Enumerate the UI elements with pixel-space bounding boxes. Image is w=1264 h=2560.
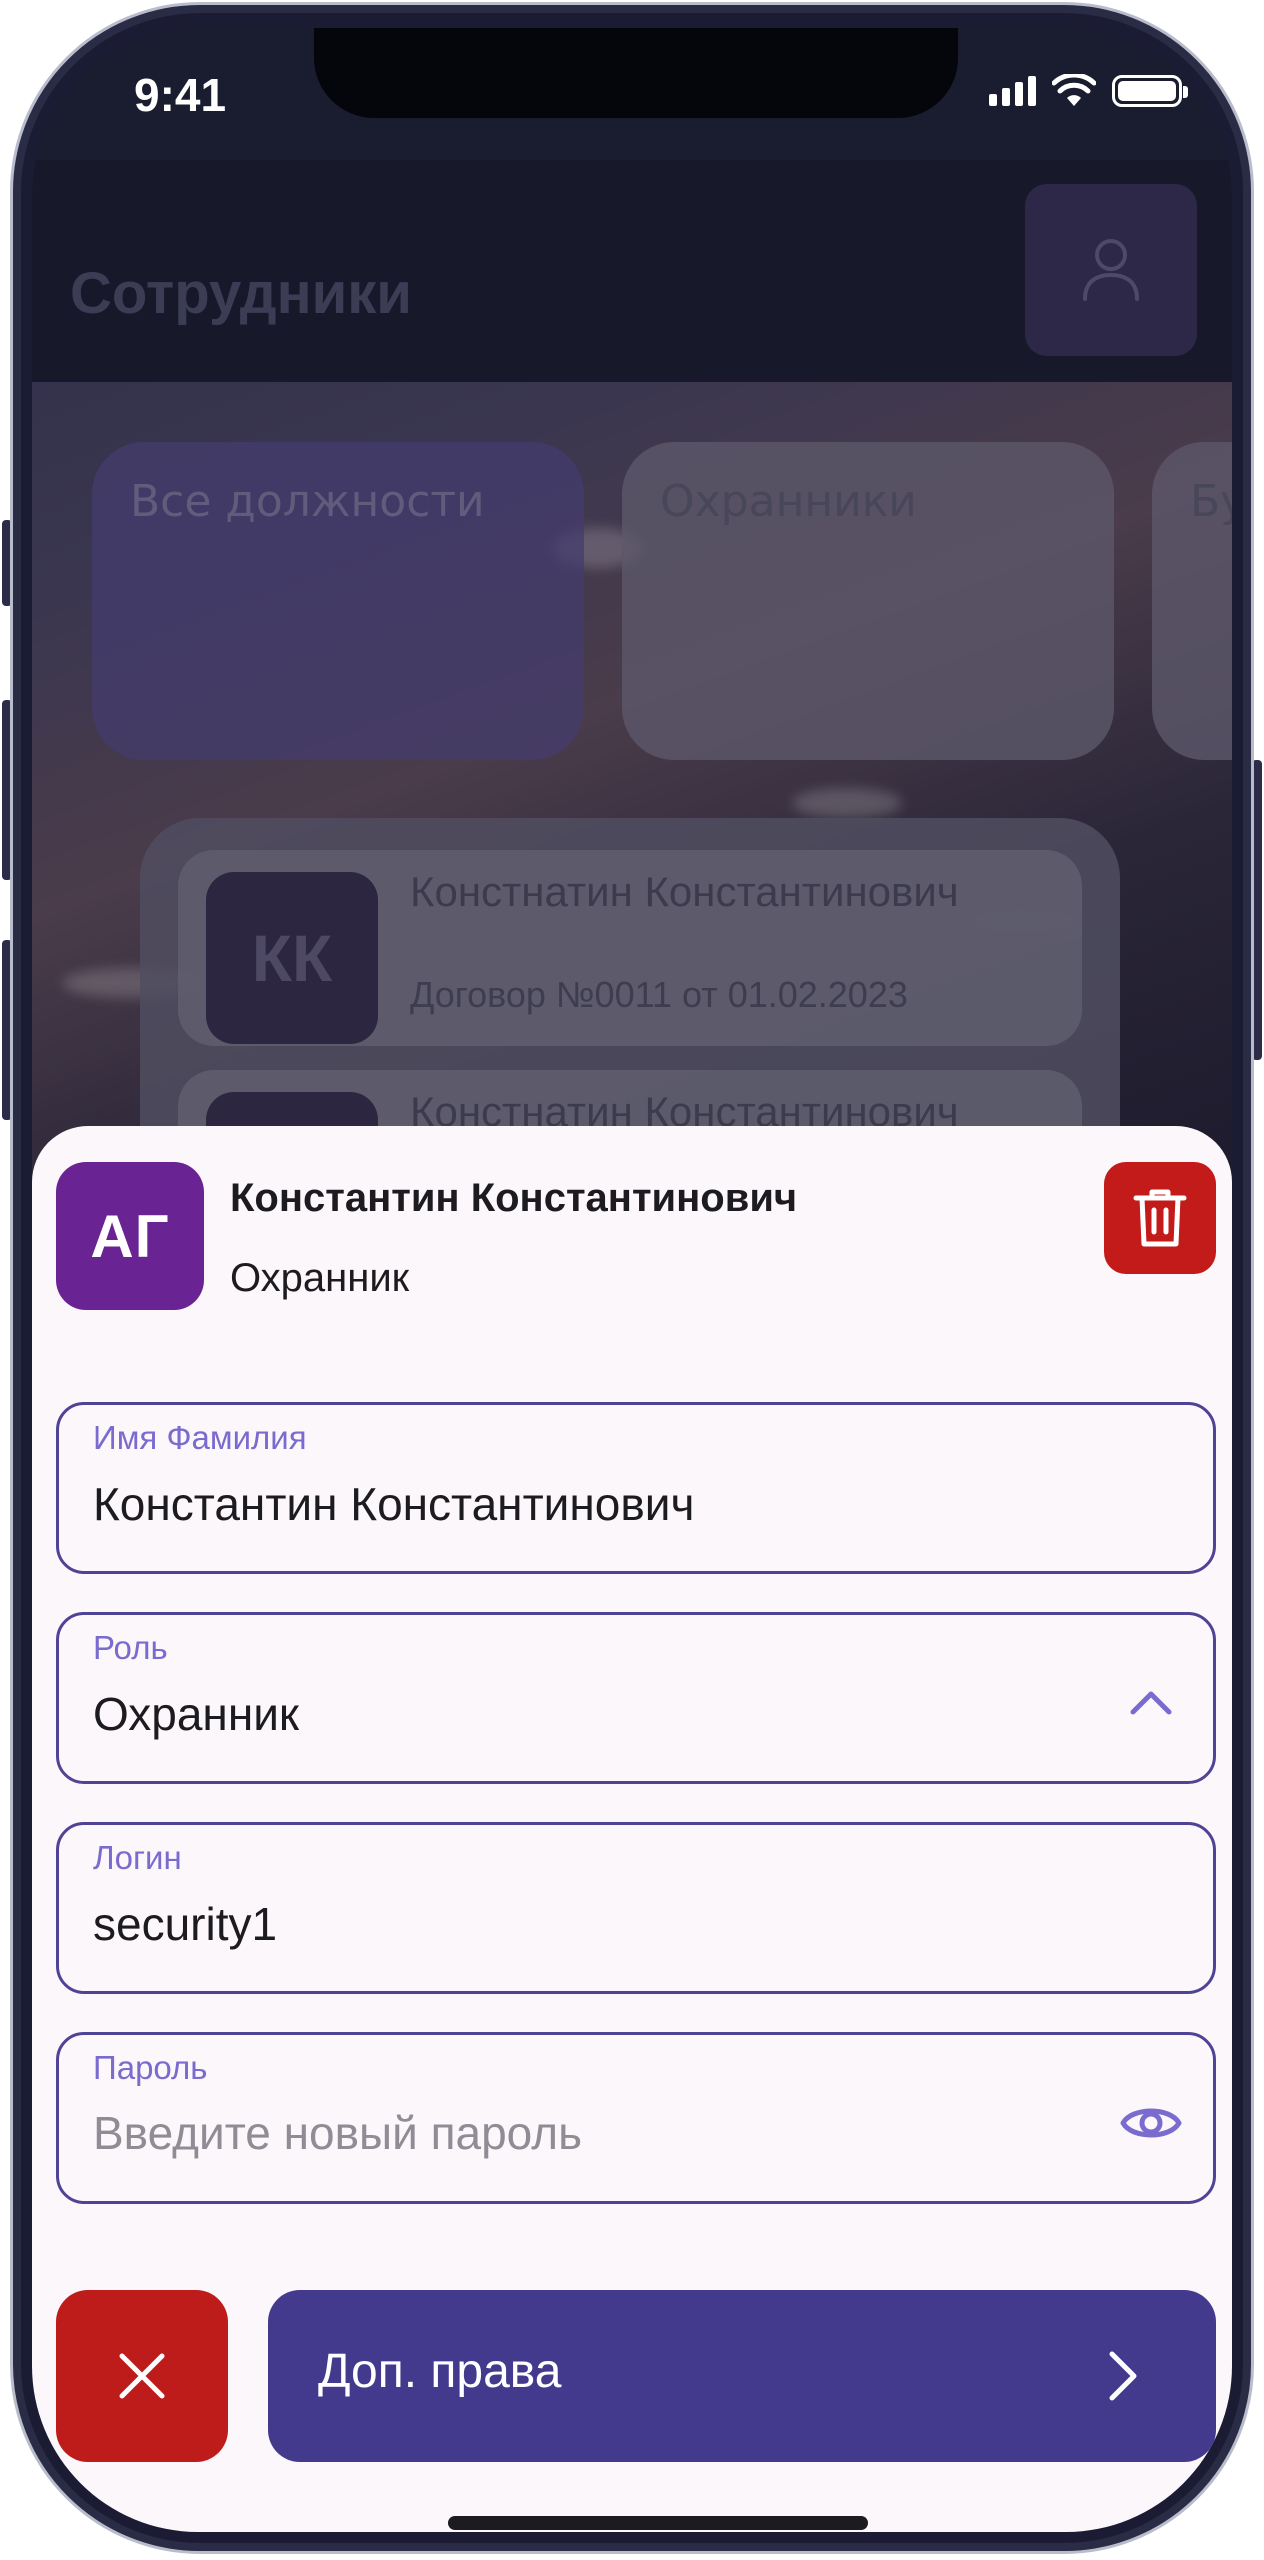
wifi-icon — [1052, 74, 1096, 106]
home-indicator[interactable] — [448, 2516, 868, 2530]
additional-permissions-label: Доп. права — [318, 2345, 562, 2398]
status-icons — [989, 74, 1188, 108]
screen: 9:41 Сотрудники Все должности Охранники … — [32, 28, 1232, 2532]
filter-chip-guards[interactable]: Охранники — [622, 442, 1114, 760]
password-field-label: Пароль — [93, 2049, 208, 2086]
password-input[interactable] — [93, 2097, 1053, 2169]
cellular-signal-icon — [989, 76, 1036, 106]
login-field-value[interactable]: security1 — [93, 1897, 993, 1951]
battery-icon — [1112, 75, 1188, 107]
chevron-up-icon[interactable] — [1119, 1671, 1183, 1735]
employee-avatar: КК — [206, 872, 378, 1044]
role-select-label: Роль — [93, 1629, 168, 1666]
filter-chip-label: Бу — [1190, 476, 1232, 527]
name-field[interactable]: Имя Фамилия Константин Константинович — [56, 1402, 1216, 1574]
profile-button[interactable] — [1025, 184, 1197, 356]
filter-chip-all[interactable]: Все должности — [92, 442, 584, 760]
name-field-label: Имя Фамилия — [93, 1419, 307, 1456]
employee-contract: Договор №0011 от 01.02.2023 — [410, 974, 908, 1015]
close-icon — [119, 2353, 165, 2399]
employee-name: Констнатин Константинович — [410, 868, 959, 915]
filter-chip-more[interactable]: Бу — [1152, 442, 1232, 760]
cancel-button[interactable] — [56, 2290, 228, 2462]
notch — [314, 28, 958, 118]
login-field[interactable]: Логин security1 — [56, 1822, 1216, 1994]
eye-icon[interactable] — [1119, 2091, 1183, 2155]
person-icon — [1083, 239, 1139, 301]
status-time: 9:41 — [134, 69, 227, 121]
chevron-right-icon — [1109, 2351, 1137, 2401]
phone-frame: 9:41 Сотрудники Все должности Охранники … — [0, 0, 1264, 2560]
additional-permissions-button[interactable]: Доп. права — [268, 2290, 1216, 2462]
role-select-value[interactable]: Охранник — [93, 1687, 993, 1741]
employee-name-heading: Константин Константинович — [230, 1176, 798, 1220]
employee-role-subtitle: Охранник — [230, 1256, 410, 1300]
avatar: АГ — [56, 1162, 204, 1310]
trash-icon — [1133, 1189, 1187, 1247]
background-light — [792, 788, 902, 818]
page-title: Сотрудники — [70, 261, 412, 326]
password-field[interactable]: Пароль — [56, 2032, 1216, 2204]
employee-edit-sheet: АГ Константин Константинович Охранник Им… — [32, 1126, 1232, 2532]
employee-row[interactable]: КК Констнатин Константинович Договор №00… — [178, 850, 1082, 1046]
filter-chip-label: Охранники — [660, 476, 917, 527]
login-field-label: Логин — [93, 1839, 182, 1876]
delete-button[interactable] — [1104, 1162, 1216, 1274]
filter-chip-label: Все должности — [130, 476, 485, 527]
role-select[interactable]: Роль Охранник — [56, 1612, 1216, 1784]
name-field-value[interactable]: Константин Константинович — [93, 1477, 993, 1531]
